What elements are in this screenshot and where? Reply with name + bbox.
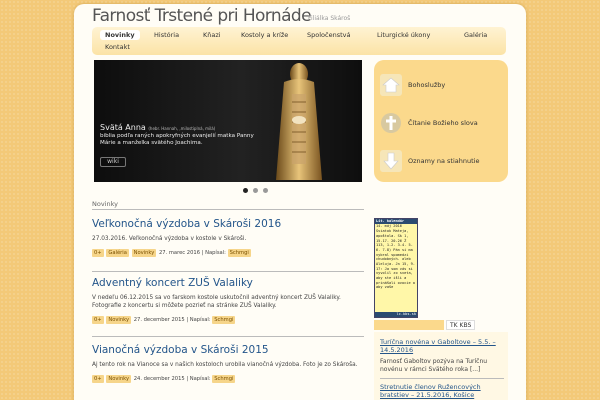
liturgical-calendar-widget[interactable]: Lit. kalendár 14. máj 2016 Sviatok Matej… [374,218,418,318]
article-date: 27. marec 2016 [158,249,201,256]
quick-links-panel: Bohoslužby Čítanie Božieho slova Oznamy … [374,60,508,182]
download-icon [380,150,402,172]
author-badge[interactable]: Schmgi [212,315,236,324]
statue-image [276,63,322,180]
nav-item-kostoly[interactable]: Kostoly a kríže [236,30,293,40]
article-item: Adventný koncert ZUŠ Valaliky V nedeľu 0… [92,277,364,325]
article-title[interactable]: Veľkonočná výzdoba v Skároši 2016 [92,218,364,230]
home-icon [380,74,402,96]
news-link[interactable]: Stretnutie členov Ružencových bratstiev … [380,383,506,400]
slider-dot-3[interactable] [263,188,268,193]
share-count-badge[interactable]: 0+ [92,248,104,257]
article-date: 24. december 2015 [133,375,185,382]
nav-item-kontakt[interactable]: Kontakt [100,42,135,52]
news-text: Farnosť Gaboltov pozýva na Turíčnu novén… [380,358,488,373]
calendar-footer[interactable]: lc.kbs.sk [375,312,417,317]
article-author-label: Napísal: [189,316,211,323]
main-navigation: Novinky História Kňazi Kostoly a kríže S… [92,27,506,55]
nav-item-liturgicke-ukony[interactable]: Liturgické úkony [372,30,435,40]
tag-badge[interactable]: Novinky [106,374,132,383]
calendar-body: Sviatok Mateja, apoštola. Sk 1, 15-17. 2… [376,229,415,290]
quick-link-oznamy[interactable]: Oznamy na stiahnutie [380,150,504,172]
article-meta: 0+ Galéria Novinky 27. marec 2016 | Napí… [92,248,251,257]
quick-link-bohosluzby[interactable]: Bohoslužby [380,74,504,96]
slide-caption: Svätá Anna (hebr. Hannah, ,milostiplná, … [100,123,270,147]
tag-badge[interactable]: Novinky [131,248,157,257]
quick-link-label: Oznamy na stiahnutie [408,157,480,165]
quick-link-label: Bohoslužby [408,81,446,89]
nav-item-galeria[interactable]: Galéria [459,30,492,40]
wiki-button[interactable]: wiki [100,157,126,167]
article-text: V nedeľu 06.12.2015 sa vo farskom kostol… [92,295,341,309]
nav-item-spolocenstva[interactable]: Spoločenstvá [302,30,355,40]
slider-dot-1[interactable] [243,188,248,193]
article-author-label: Napísal: [189,375,211,382]
article-item: Vianočná výzdoba v Skároši 2015 Aj tento… [92,344,364,384]
nav-item-novinky[interactable]: Novinky [100,30,140,40]
tag-badge[interactable]: Novinky [106,315,132,324]
author-badge[interactable]: Schmgi [227,248,251,257]
article-meta: 0+ Novinky 27. december 2015 | Napísal: … [92,315,236,324]
image-slider[interactable]: Svätá Anna (hebr. Hannah, ,milostiplná, … [94,60,362,182]
cross-icon [381,113,401,133]
article-text: 27.03.2016. Veľkonočná výzdoba v kostole… [92,236,247,242]
article-title[interactable]: Vianočná výzdoba v Skároši 2015 [92,344,364,356]
nav-item-historia[interactable]: História [149,30,184,40]
side-tab-1[interactable] [374,320,444,330]
author-badge[interactable]: Schmgi [212,374,236,383]
slide-title: Svätá Anna [100,123,146,132]
section-label: Novinky [92,200,118,208]
slide-title-note: (hebr. Hannah, ,milostiplná, milá) [148,126,216,131]
divider [92,336,364,337]
quick-link-citanie[interactable]: Čítanie Božieho slova [380,112,504,134]
page-container: Farnosť Trstené pri Hornáde Filiálka Ská… [74,4,526,400]
divider [92,271,364,272]
share-count-badge[interactable]: 0+ [92,315,104,324]
article-text: Aj tento rok na Vianoce sa v našich kost… [92,362,358,368]
site-title[interactable]: Farnosť Trstené pri Hornáde [92,6,312,26]
news-panel: Turíčna novéna v Gaboltove – 5.5. – 14.5… [374,332,508,400]
news-link[interactable]: Turíčna novéna v Gaboltove – 5.5. – 14.5… [380,338,506,355]
quick-link-label: Čítanie Božieho slova [408,119,478,127]
divider [92,209,364,210]
side-tab-tk-kbs[interactable]: TK KBS [446,320,476,330]
article-item: Veľkonočná výzdoba v Skároši 2016 27.03.… [92,218,364,258]
nav-item-knazi[interactable]: Kňazi [198,30,226,40]
article-author-label: Napísal: [205,249,226,256]
article-date: 27. december 2015 [133,316,185,323]
article-meta: 0+ Novinky 24. december 2015 | Napísal: … [92,374,236,383]
tag-badge[interactable]: Galéria [106,248,129,257]
slide-text: biblia podľa raných apokryfných evanjeli… [100,133,254,146]
divider [380,378,504,379]
slider-dot-2[interactable] [253,188,258,193]
article-title[interactable]: Adventný koncert ZUŠ Valaliky [92,277,364,289]
site-subtitle: Filiálka Skároš [308,15,351,22]
share-count-badge[interactable]: 0+ [92,374,104,383]
